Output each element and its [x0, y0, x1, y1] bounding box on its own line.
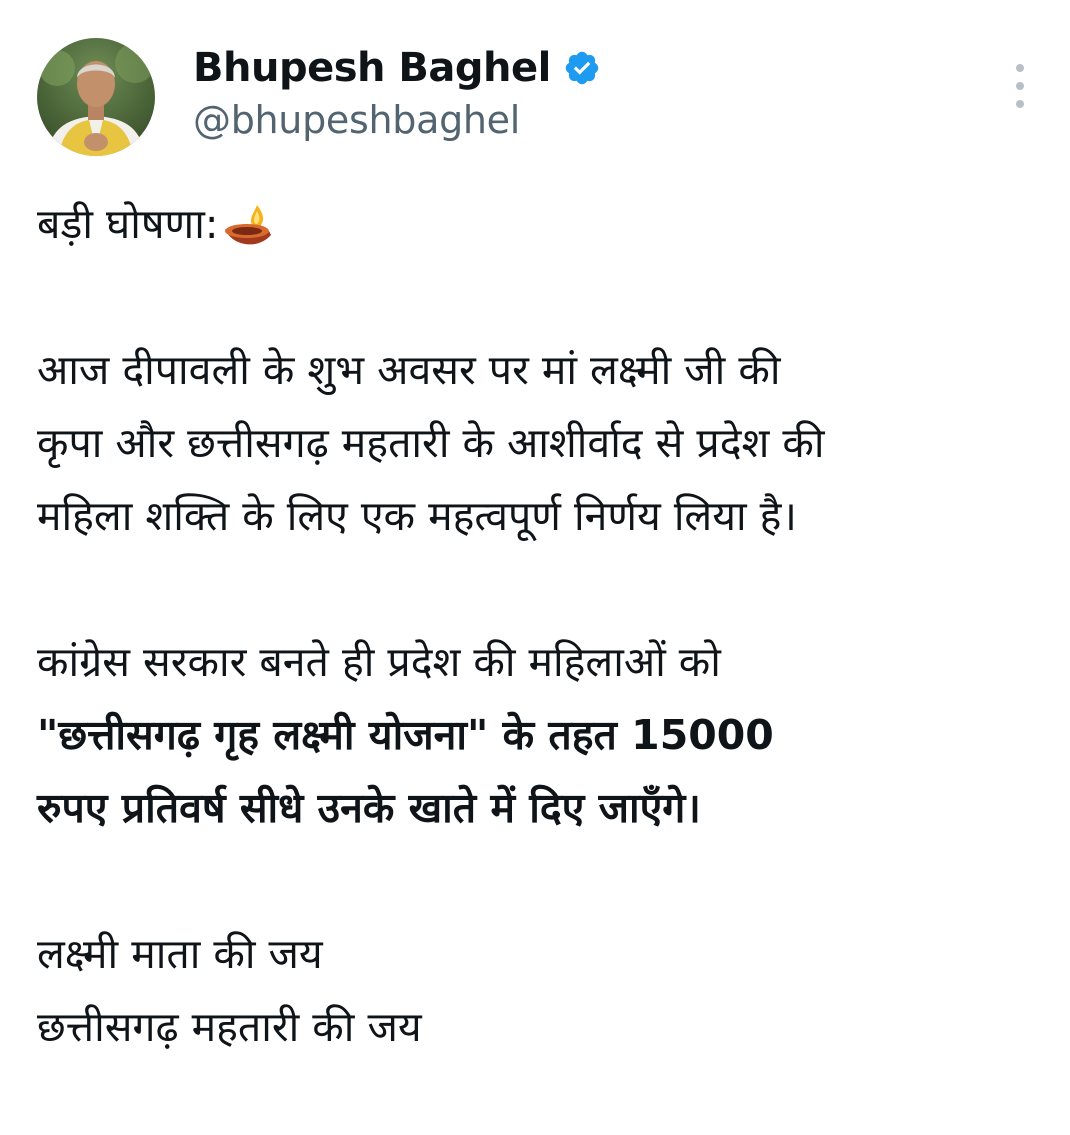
diya-icon [221, 199, 277, 255]
text-line: कांग्रेस सरकार बनते ही प्रदेश की महिलाओं… [37, 638, 721, 686]
tweet-paragraph-2: कांग्रेस सरकार बनते ही प्रदेश की महिलाओं… [37, 626, 1047, 845]
profile-photo-icon [39, 43, 155, 156]
tweet-card: Bhupesh Baghel @bhupeshbaghel बड़ी घोषणा… [0, 0, 1070, 1135]
avatar[interactable] [37, 38, 155, 156]
verified-badge-icon[interactable] [563, 49, 601, 87]
more-options-button[interactable] [1003, 64, 1037, 108]
tweet-heading-paragraph: बड़ी घोषणा: [37, 188, 1047, 261]
text-line: छत्तीसगढ़ महतारी की जय [37, 1003, 422, 1051]
user-handle[interactable]: @bhupeshbaghel [193, 98, 601, 142]
more-vertical-icon [1016, 64, 1024, 72]
scheme-announcement-line: "छत्तीसगढ़ गृह लक्ष्मी योजना" के तहत 150… [37, 711, 774, 759]
display-name[interactable]: Bhupesh Baghel [193, 45, 551, 91]
text-line: आज दीपावली के शुभ अवसर पर मां लक्ष्मी जी… [37, 346, 781, 394]
text-line: महिला शक्ति के लिए एक महत्वपूर्ण निर्णय … [37, 492, 797, 540]
tweet-header: Bhupesh Baghel @bhupeshbaghel [37, 38, 1037, 158]
scheme-announcement-line: रुपए प्रतिवर्ष सीधे उनके खाते में दिए जा… [37, 784, 701, 832]
tweet-heading: बड़ी घोषणा: [37, 200, 219, 248]
tweet-paragraph-1: आज दीपावली के शुभ अवसर पर मां लक्ष्मी जी… [37, 334, 1047, 553]
text-line: लक्ष्मी माता की जय [37, 930, 323, 978]
tweet-closing: लक्ष्मी माता की जय छत्तीसगढ़ महतारी की ज… [37, 918, 1047, 1064]
text-line: कृपा और छत्तीसगढ़ महतारी के आशीर्वाद से … [37, 419, 825, 467]
tweet-text: बड़ी घोषणा: आज दीपावली के शुभ अवसर पर मा… [37, 188, 1047, 1064]
